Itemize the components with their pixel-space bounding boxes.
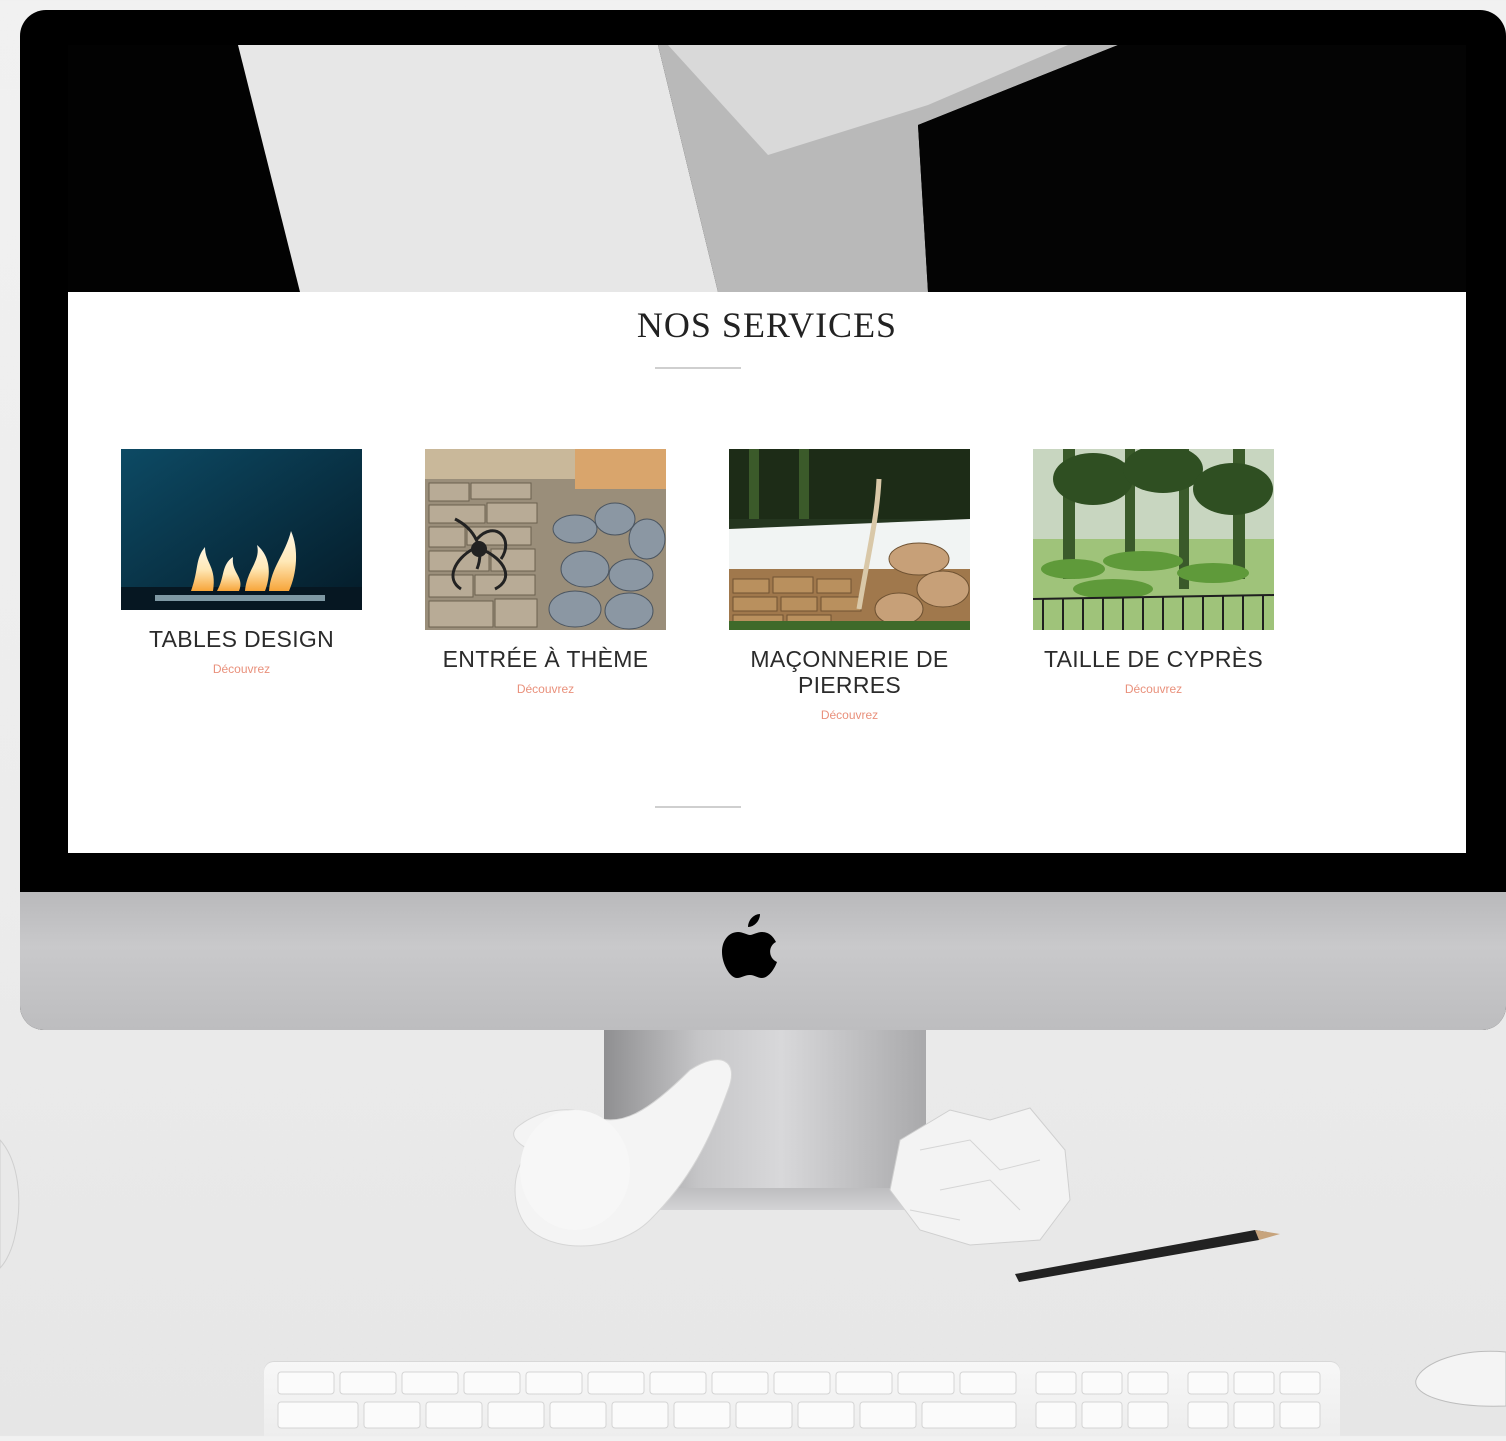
- screen: NOS SERVICES TABLES DESIGN Découvrez ENT…: [68, 45, 1466, 853]
- service-name: TAILLE DE CYPRÈS: [1043, 646, 1264, 672]
- section-bottom-divider: [655, 806, 741, 808]
- apple-logo-icon: [722, 914, 777, 978]
- fire-table-photo[interactable]: [121, 449, 362, 610]
- title-divider: [655, 367, 741, 369]
- garden-cypress-photo[interactable]: [1033, 449, 1274, 630]
- discover-link[interactable]: Découvrez: [121, 662, 362, 676]
- service-card-maconnerie-de-pierres[interactable]: MAÇONNERIE DE PIERRES Découvrez: [729, 449, 970, 722]
- bird-figurine: [513, 1059, 733, 1247]
- hero-photo: [68, 45, 1466, 292]
- hero-image: [68, 45, 1466, 292]
- service-card-taille-de-cypres[interactable]: TAILLE DE CYPRÈS Découvrez: [1033, 449, 1274, 696]
- services-section: NOS SERVICES TABLES DESIGN Découvrez ENT…: [68, 292, 1466, 853]
- pool-stone-wall-photo[interactable]: [729, 449, 970, 630]
- discover-link[interactable]: Découvrez: [729, 708, 970, 722]
- service-card-entree-a-theme[interactable]: ENTRÉE À THÈME Découvrez: [425, 449, 666, 696]
- service-name: MAÇONNERIE DE PIERRES: [750, 646, 949, 698]
- discover-link[interactable]: Découvrez: [425, 682, 666, 696]
- discover-link[interactable]: Découvrez: [1033, 682, 1274, 696]
- mouse: [1415, 1350, 1506, 1407]
- service-name: ENTRÉE À THÈME: [442, 646, 649, 672]
- service-card-tables-design[interactable]: TABLES DESIGN Découvrez: [121, 449, 362, 676]
- pencil: [1015, 1230, 1280, 1282]
- service-name: TABLES DESIGN: [149, 626, 334, 652]
- imac-monitor: NOS SERVICES TABLES DESIGN Découvrez ENT…: [20, 10, 1506, 1030]
- desk-object-left: [0, 1139, 20, 1269]
- keyboard: [264, 1362, 1340, 1436]
- section-title: NOS SERVICES: [636, 305, 898, 345]
- stone-wall-sculpture-photo[interactable]: [425, 449, 666, 630]
